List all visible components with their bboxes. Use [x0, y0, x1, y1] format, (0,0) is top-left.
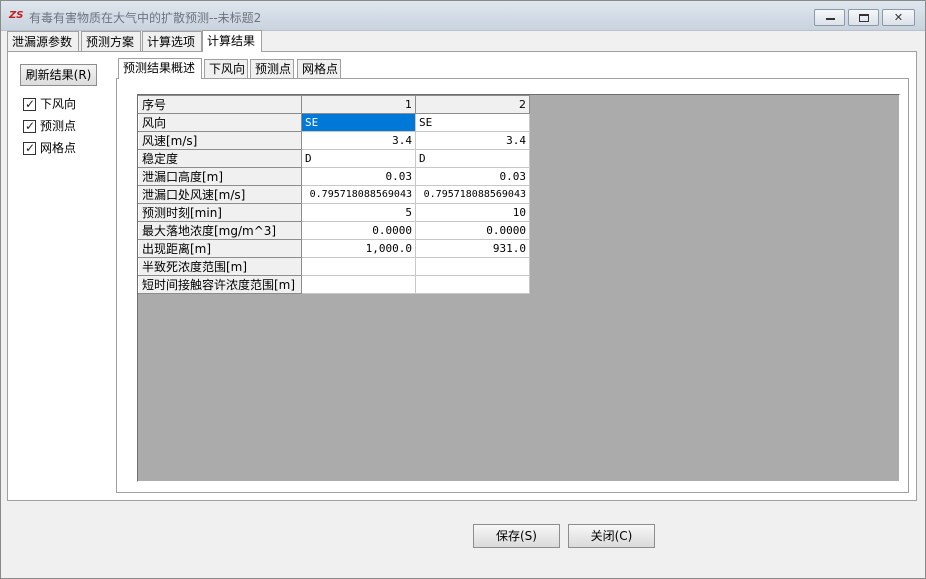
table-cell[interactable]: D [415, 149, 530, 168]
close-button[interactable]: 关闭(C) [568, 524, 655, 548]
window-title: 有毒有害物质在大气中的扩散预测--未标题2 [29, 11, 262, 25]
row-label: 风向 [138, 113, 302, 132]
checkbox-label: 预测点 [40, 119, 77, 133]
row-label: 最大落地浓度[mg/m^3] [138, 221, 302, 240]
tab-leak-source[interactable]: 泄漏源参数 [7, 31, 79, 52]
table-cell[interactable]: 3.4 [415, 131, 530, 150]
checkbox-label: 网格点 [40, 141, 77, 155]
table-row: 出现距离[m] 1,000.0 931.0 [138, 239, 530, 258]
row-label: 出现距离[m] [138, 239, 302, 258]
results-panel: 刷新结果(R) ✓ 下风向 ✓ 预测点 ✓ 网格点 预测结果概述 下风向 预测点… [7, 51, 917, 501]
checkmark-icon: ✓ [25, 141, 36, 155]
row-label: 泄漏口处风速[m/s] [138, 185, 302, 204]
table-cell[interactable]: 0.0000 [301, 221, 416, 240]
minimize-icon [826, 18, 835, 20]
tab-calc-options[interactable]: 计算选项 [142, 31, 202, 52]
checkbox-box[interactable]: ✓ [23, 119, 36, 133]
table-cell[interactable]: 0.03 [415, 167, 530, 186]
table-cell[interactable]: 10 [415, 203, 530, 222]
save-button[interactable]: 保存(S) [473, 524, 560, 548]
table-cell[interactable] [301, 257, 416, 276]
tab-downwind[interactable]: 下风向 [204, 59, 248, 79]
table-row: 风向 SE SE [138, 113, 530, 132]
table-cell[interactable] [301, 275, 416, 294]
maximize-button[interactable] [848, 9, 879, 26]
row-label: 预测时刻[min] [138, 203, 302, 222]
close-window-button[interactable]: ✕ [882, 9, 915, 26]
maximize-icon [859, 14, 869, 22]
row-label: 半致死浓度范围[m] [138, 257, 302, 276]
table-cell[interactable]: D [301, 149, 416, 168]
table-cell[interactable]: 0.03 [301, 167, 416, 186]
table-row: 预测时刻[min] 5 10 [138, 203, 530, 222]
table-cell[interactable]: SE [415, 113, 530, 132]
table-row: 半致死浓度范围[m] [138, 257, 530, 276]
row-label: 稳定度 [138, 149, 302, 168]
row-label: 风速[m/s] [138, 131, 302, 150]
row-label: 短时间接触容许浓度范围[m] [138, 275, 302, 294]
checkbox-box[interactable]: ✓ [23, 97, 36, 111]
table-row: 最大落地浓度[mg/m^3] 0.0000 0.0000 [138, 221, 530, 240]
header-cell-index: 序号 [138, 95, 302, 114]
tab-prediction-points[interactable]: 预测点 [250, 59, 294, 79]
table-header-row: 序号 1 2 [138, 95, 530, 114]
tab-results-overview[interactable]: 预测结果概述 [118, 58, 202, 79]
tab-calc-results[interactable]: 计算结果 [202, 30, 262, 52]
table-cell[interactable] [415, 257, 530, 276]
table-cell[interactable]: 1,000.0 [301, 239, 416, 258]
table-row: 稳定度 D D [138, 149, 530, 168]
close-icon: ✕ [893, 11, 904, 24]
table-row: 泄漏口高度[m] 0.03 0.03 [138, 167, 530, 186]
title-bar[interactable]: ZS 有毒有害物质在大气中的扩散预测--未标题2 ✕ [1, 1, 925, 31]
checkmark-icon: ✓ [25, 97, 36, 111]
table-row: 泄漏口处风速[m/s] 0.795718088569043 0.79571808… [138, 185, 530, 204]
table-row: 风速[m/s] 3.4 3.4 [138, 131, 530, 150]
table-cell-selected[interactable]: SE [301, 113, 416, 132]
row-label: 泄漏口高度[m] [138, 167, 302, 186]
minimize-button[interactable] [814, 9, 845, 26]
checkbox-label: 下风向 [40, 97, 77, 111]
header-cell-col2[interactable]: 2 [415, 95, 530, 114]
table-cell[interactable]: 0.795718088569043 [415, 185, 530, 204]
refresh-results-button[interactable]: 刷新结果(R) [20, 64, 97, 86]
app-icon: ZS [9, 10, 24, 21]
header-cell-col1[interactable]: 1 [301, 95, 416, 114]
tab-prediction-plan[interactable]: 预测方案 [81, 31, 141, 52]
table-cell[interactable]: 3.4 [301, 131, 416, 150]
tab-grid-points[interactable]: 网格点 [297, 59, 341, 79]
table-cell[interactable]: 931.0 [415, 239, 530, 258]
main-window: ZS 有毒有害物质在大气中的扩散预测--未标题2 ✕ 泄漏源参数 预测方案 计算… [0, 0, 926, 579]
table-cell[interactable] [415, 275, 530, 294]
results-table: 序号 1 2 风向 SE SE 风速[m/s] 3.4 3.4 稳定度 D D … [138, 95, 530, 294]
overview-panel: 序号 1 2 风向 SE SE 风速[m/s] 3.4 3.4 稳定度 D D … [116, 78, 909, 493]
checkmark-icon: ✓ [25, 119, 36, 133]
table-cell[interactable]: 5 [301, 203, 416, 222]
table-cell[interactable]: 0.0000 [415, 221, 530, 240]
table-cell[interactable]: 0.795718088569043 [301, 185, 416, 204]
table-row: 短时间接触容许浓度范围[m] [138, 275, 530, 294]
checkbox-box[interactable]: ✓ [23, 141, 36, 155]
results-grid[interactable]: 序号 1 2 风向 SE SE 风速[m/s] 3.4 3.4 稳定度 D D … [137, 94, 900, 482]
